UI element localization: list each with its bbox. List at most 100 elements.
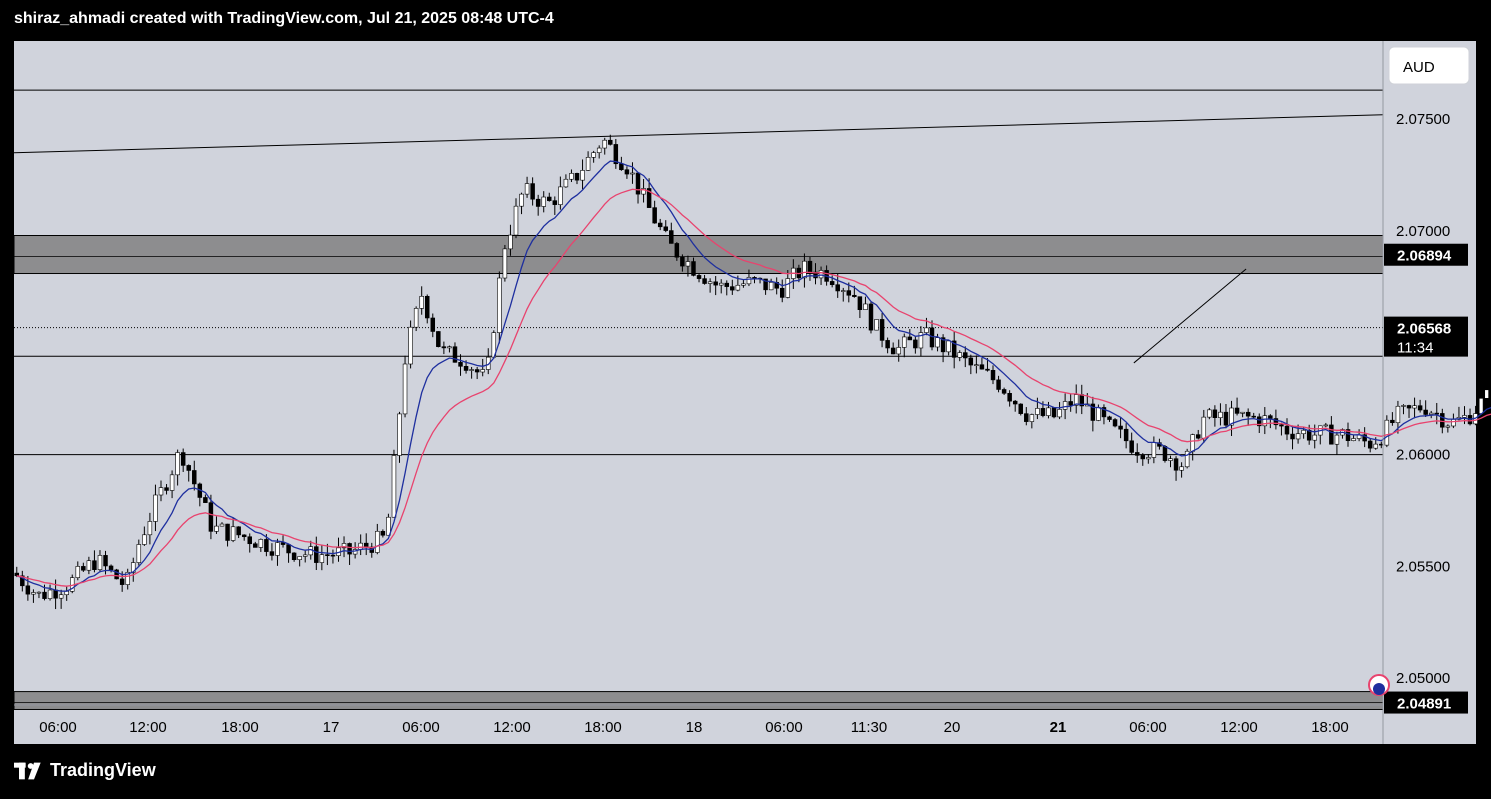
time-tick-label: 06:00 [39, 719, 77, 736]
candle-body [1029, 414, 1035, 422]
candle-body [58, 594, 64, 599]
candle-body [1295, 433, 1301, 440]
candle-body [1390, 419, 1395, 424]
candle-body [1279, 424, 1284, 427]
candle-body [552, 200, 558, 205]
candle-body [53, 589, 58, 599]
time-tick-label: 21 [1050, 719, 1067, 736]
candle-body [979, 364, 985, 370]
candle-body [319, 554, 325, 563]
candle-body [1162, 446, 1168, 461]
candle-body [258, 539, 264, 548]
candle-body [1268, 415, 1273, 419]
candlestick-chart[interactable]: 2.07500 2.07000 2.06000 2.05500 2.05000 2.068… [0, 0, 1491, 799]
candle-body [119, 578, 125, 585]
candle-body [619, 163, 624, 171]
candle-body [868, 303, 874, 331]
candle-body [1046, 407, 1051, 416]
candle-body [269, 551, 275, 556]
time-tick-label: 12:00 [493, 719, 531, 736]
candle-body [36, 591, 42, 594]
candle-body [596, 147, 602, 153]
candle-body [835, 284, 840, 292]
candle-body [286, 544, 291, 554]
candle-body [225, 523, 230, 541]
candle-body [1024, 413, 1029, 422]
candle-body [230, 526, 236, 541]
candle-body [1290, 433, 1295, 440]
candle-body [802, 260, 807, 279]
candle-body [752, 277, 757, 279]
candle-body [985, 368, 990, 371]
candle-body [325, 554, 330, 556]
candle-body [1395, 405, 1401, 424]
candle-body [996, 379, 1001, 390]
candle-body [25, 585, 31, 595]
candle-body [458, 362, 463, 367]
candle-body [219, 523, 225, 527]
candle-body [164, 487, 169, 491]
candle-body [580, 170, 585, 181]
candle-body [1351, 438, 1356, 441]
candle-body [669, 230, 674, 244]
price-label-value: 2.04891 [1397, 696, 1451, 713]
candle-body [508, 234, 513, 250]
candle-body [1007, 393, 1012, 402]
candle-body [208, 502, 214, 532]
candle-body [907, 336, 913, 341]
candle-body [563, 178, 569, 188]
candle-body [624, 169, 630, 175]
candle-body [1234, 407, 1240, 414]
candle-body [1451, 419, 1456, 427]
candle-body [1445, 425, 1451, 428]
candle-body [452, 346, 458, 363]
price-label-countdown: 11:34 [1397, 340, 1433, 357]
candle-body [768, 282, 774, 291]
candle-body [957, 352, 962, 358]
candle-body [86, 560, 92, 571]
candle-body [574, 173, 580, 181]
candle-body [602, 139, 607, 149]
candle-body [702, 278, 707, 284]
candle-body [1207, 409, 1212, 418]
candle-body [436, 331, 441, 347]
candle-body [330, 554, 336, 557]
candle-body [657, 222, 663, 228]
candle-body [585, 157, 591, 171]
candle-body [1057, 409, 1062, 418]
candle-body [92, 560, 97, 570]
candle-body [480, 369, 485, 373]
candle-body [1478, 398, 1484, 414]
candle-body [696, 275, 702, 279]
flag-icon-inner [1373, 683, 1385, 695]
candle-body [441, 346, 447, 349]
candle-body [247, 536, 252, 545]
candle-body [1434, 412, 1439, 415]
candle-body [1012, 400, 1018, 405]
candle-body [1068, 401, 1073, 406]
candle-body [1151, 442, 1157, 458]
supply-demand-zone [13, 235, 1384, 275]
candle-body [1140, 455, 1146, 460]
candle-body [513, 205, 519, 236]
candle-body [968, 357, 974, 366]
candle-body [1035, 408, 1040, 415]
candle-body [852, 294, 857, 297]
candle-body [718, 282, 724, 286]
candle-body [375, 530, 380, 553]
candle-body [896, 347, 901, 355]
candle-body [1401, 405, 1406, 407]
candle-body [1201, 416, 1207, 439]
candle-body [1123, 428, 1129, 442]
candle-body [1096, 407, 1101, 421]
price-tick-label: 2.07000 [1396, 223, 1450, 240]
candle-body [746, 277, 752, 285]
candle-body [402, 363, 408, 415]
candle-body [136, 544, 142, 563]
candle-body [314, 546, 319, 563]
candle-body [530, 183, 535, 200]
candle-body [535, 198, 541, 207]
currency-button-label[interactable]: AUD [1403, 59, 1435, 76]
price-tick-label: 2.05000 [1396, 670, 1450, 687]
zones-layer [13, 235, 1384, 710]
